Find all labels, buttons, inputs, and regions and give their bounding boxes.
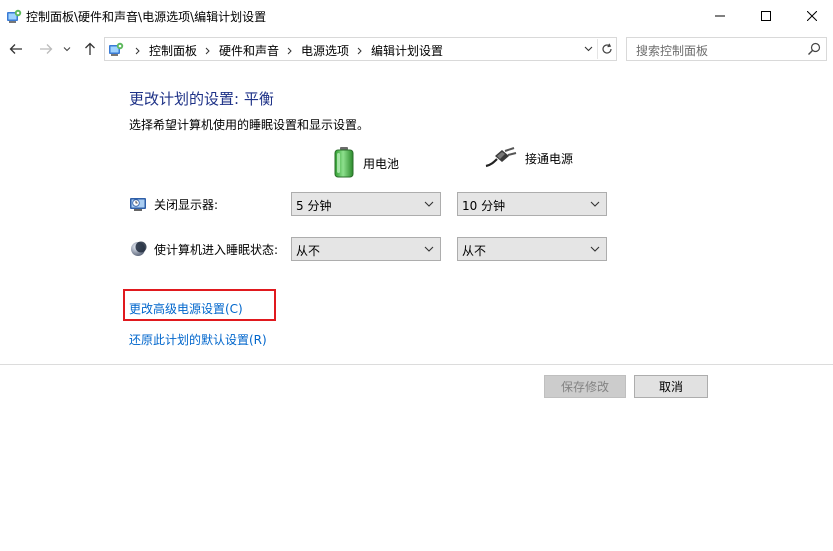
chevron-down-icon bbox=[63, 47, 71, 52]
up-arrow-icon bbox=[85, 42, 95, 55]
sleep-plugged-select[interactable]: 从不 bbox=[457, 237, 607, 261]
breadcrumb: 控制面板 硬件和声音 电源选项 编辑计划设置 bbox=[127, 42, 443, 59]
plugged-in-column-label: 接通电源 bbox=[525, 152, 574, 166]
address-bar[interactable]: 控制面板 硬件和声音 电源选项 编辑计划设置 bbox=[104, 37, 617, 61]
chevron-down-icon bbox=[424, 246, 434, 252]
search-icon[interactable] bbox=[807, 42, 821, 56]
breadcrumb-control-panel[interactable]: 控制面板 bbox=[149, 42, 197, 59]
sleep-row: 使计算机进入睡眠状态: bbox=[129, 240, 278, 258]
breadcrumb-hardware-sound[interactable]: 硬件和声音 bbox=[219, 42, 279, 59]
back-arrow-icon bbox=[9, 44, 22, 54]
chevron-right-icon[interactable] bbox=[135, 47, 140, 55]
up-button[interactable] bbox=[80, 39, 100, 59]
minimize-button[interactable] bbox=[697, 0, 743, 32]
chevron-down-icon bbox=[590, 246, 600, 252]
column-header-plugged-in: 接通电源 bbox=[485, 146, 573, 171]
select-value: 从不 bbox=[462, 244, 487, 258]
sleep-moon-icon bbox=[129, 240, 147, 258]
search-placeholder: 搜索控制面板 bbox=[636, 44, 709, 58]
maximize-button[interactable] bbox=[743, 0, 789, 32]
forward-arrow-icon bbox=[40, 44, 53, 54]
sleep-label: 使计算机进入睡眠状态: bbox=[154, 242, 279, 257]
turn-off-display-battery-select[interactable]: 5 分钟 bbox=[291, 192, 441, 216]
column-header-battery: 用电池 bbox=[333, 146, 399, 181]
forward-button[interactable] bbox=[36, 39, 56, 59]
power-plug-icon bbox=[485, 146, 517, 171]
navigation-bar: 控制面板 硬件和声音 电源选项 编辑计划设置 搜索控制面板 bbox=[0, 34, 833, 64]
breadcrumb-power-options[interactable]: 电源选项 bbox=[301, 42, 349, 59]
refresh-icon bbox=[601, 43, 612, 54]
display-clock-icon bbox=[129, 195, 147, 213]
battery-icon bbox=[333, 146, 355, 181]
advanced-power-settings-link[interactable]: 更改高级电源设置(C) bbox=[129, 300, 243, 317]
recent-locations-button[interactable] bbox=[60, 39, 74, 59]
turn-off-display-plugged-select[interactable]: 10 分钟 bbox=[457, 192, 607, 216]
sleep-battery-select[interactable]: 从不 bbox=[291, 237, 441, 261]
maximize-icon bbox=[761, 11, 771, 21]
chevron-right-icon[interactable] bbox=[357, 47, 362, 55]
refresh-button[interactable] bbox=[597, 39, 615, 59]
back-button[interactable] bbox=[6, 39, 26, 59]
select-value: 从不 bbox=[296, 244, 321, 258]
chevron-down-icon bbox=[424, 201, 434, 207]
select-value: 5 分钟 bbox=[296, 199, 332, 213]
save-changes-button[interactable]: 保存修改 bbox=[544, 375, 626, 398]
close-button[interactable] bbox=[789, 0, 833, 32]
page-description: 选择希望计算机使用的睡眠设置和显示设置。 bbox=[129, 118, 370, 132]
title-bar: 控制面板\硬件和声音\电源选项\编辑计划设置 bbox=[0, 0, 833, 32]
chevron-down-icon bbox=[590, 201, 600, 207]
minimize-icon bbox=[715, 15, 725, 17]
turn-off-display-label: 关闭显示器: bbox=[154, 197, 219, 212]
search-input[interactable]: 搜索控制面板 bbox=[626, 37, 827, 61]
breadcrumb-edit-plan[interactable]: 编辑计划设置 bbox=[371, 42, 443, 59]
control-panel-icon bbox=[108, 41, 124, 57]
restore-defaults-link[interactable]: 还原此计划的默认设置(R) bbox=[129, 331, 267, 348]
chevron-right-icon[interactable] bbox=[205, 47, 210, 55]
battery-column-label: 用电池 bbox=[363, 157, 400, 171]
cancel-button[interactable]: 取消 bbox=[634, 375, 708, 398]
close-icon bbox=[807, 11, 817, 21]
turn-off-display-row: 关闭显示器: bbox=[129, 195, 218, 213]
select-value: 10 分钟 bbox=[462, 199, 506, 213]
address-history-dropdown[interactable] bbox=[581, 41, 595, 57]
page-title: 更改计划的设置: 平衡 bbox=[129, 90, 274, 108]
divider bbox=[0, 364, 833, 365]
window-title: 控制面板\硬件和声音\电源选项\编辑计划设置 bbox=[26, 10, 267, 24]
control-panel-icon bbox=[6, 8, 22, 24]
chevron-down-icon bbox=[584, 46, 592, 52]
chevron-right-icon[interactable] bbox=[287, 47, 292, 55]
